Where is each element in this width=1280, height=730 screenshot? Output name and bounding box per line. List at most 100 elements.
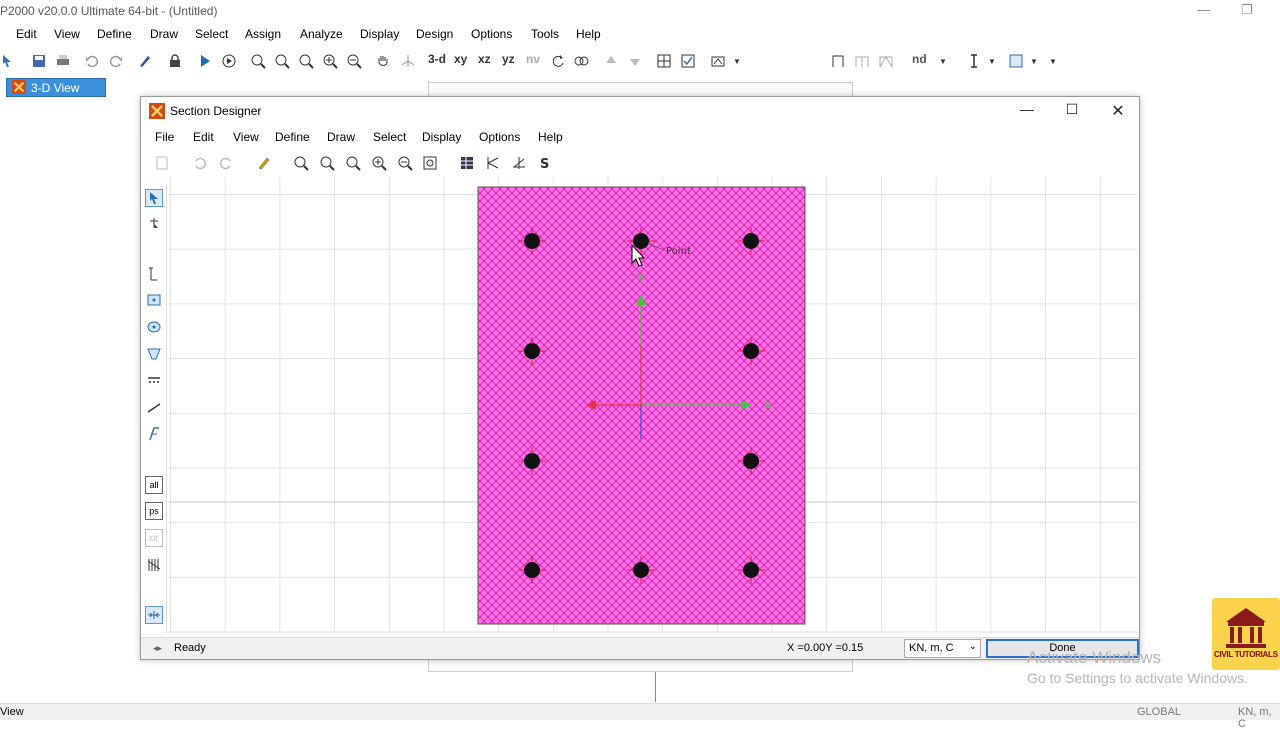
app-menu-define[interactable]: Define <box>97 27 132 41</box>
sd-menu-view[interactable]: View <box>233 130 259 144</box>
sd-menu-file[interactable]: File <box>155 130 174 144</box>
move-down-icon[interactable] <box>626 52 644 70</box>
sd-menu-draw[interactable]: Draw <box>327 130 355 144</box>
undo-icon[interactable] <box>83 52 101 70</box>
app-menu-select[interactable]: Select <box>195 27 228 41</box>
pointer-icon[interactable] <box>145 189 163 207</box>
view-xy-button[interactable]: xy <box>454 52 467 66</box>
close-button[interactable]: ✕ <box>1098 101 1138 121</box>
sd-menu-edit[interactable]: Edit <box>193 130 214 144</box>
lock-icon[interactable] <box>166 52 184 70</box>
draw-polygon-icon[interactable] <box>145 345 163 363</box>
chevron-down-icon[interactable]: ▼ <box>1044 52 1062 70</box>
draw-circle-icon[interactable] <box>145 318 163 336</box>
tab-3d-view[interactable]: 3-D View <box>6 78 106 97</box>
pointer-icon[interactable] <box>0 52 18 70</box>
app-menu-design[interactable]: Design <box>416 27 453 41</box>
app-menu-edit[interactable]: Edit <box>16 27 37 41</box>
app-units-select[interactable]: KN, m, C <box>1238 706 1280 730</box>
grid-select-icon[interactable] <box>655 52 673 70</box>
app-restore-button[interactable]: ❐ <box>1241 2 1253 18</box>
draw-rectangle-icon[interactable] <box>145 291 163 309</box>
set-view-icon[interactable] <box>399 52 417 70</box>
draw-rebar-line-icon[interactable] <box>145 371 163 389</box>
view-yz-button[interactable]: yz <box>502 52 515 66</box>
table-icon[interactable] <box>458 154 476 172</box>
section-designer-titlebar: Section Designer — ☐ ✕ <box>141 97 1139 125</box>
new-icon[interactable] <box>153 154 171 172</box>
display-options-icon[interactable] <box>709 52 727 70</box>
move-up-icon[interactable] <box>602 52 620 70</box>
sd-menu-display[interactable]: Display <box>422 130 461 144</box>
view-xz-button[interactable]: xz <box>478 52 491 66</box>
draw-caliper-icon[interactable] <box>145 265 163 283</box>
app-menu-view[interactable]: View <box>54 27 80 41</box>
snap-tooltip: Point <box>666 246 691 257</box>
zoom-window-icon[interactable] <box>249 52 267 70</box>
window-layout-icon[interactable] <box>1007 52 1025 70</box>
run-icon[interactable] <box>196 52 214 70</box>
chevron-down-icon[interactable]: ▼ <box>728 52 746 70</box>
select-all-button[interactable]: all <box>145 476 163 494</box>
zoom-previous-icon[interactable] <box>297 52 315 70</box>
units-select[interactable]: KN, m, C ⌄ <box>904 639 981 658</box>
print-icon[interactable] <box>54 52 72 70</box>
reshape-icon[interactable] <box>145 215 163 233</box>
draw-truss-icon[interactable] <box>853 52 871 70</box>
sd-menu-select[interactable]: Select <box>373 130 406 144</box>
previous-select-button[interactable]: ps <box>145 502 163 520</box>
app-minimize-button[interactable]: — <box>1197 2 1210 17</box>
snap-icon[interactable] <box>145 606 163 624</box>
text-cursor-icon[interactable] <box>965 52 983 70</box>
sd-menu-help[interactable]: Help <box>538 130 563 144</box>
maximize-button[interactable]: ☐ <box>1052 101 1092 121</box>
rotate-icon[interactable] <box>549 52 567 70</box>
chevron-down-icon[interactable]: ▼ <box>983 52 1001 70</box>
zoom-window-icon[interactable] <box>292 154 310 172</box>
stress-icon[interactable]: S <box>536 154 554 172</box>
zoom-previous-icon[interactable] <box>344 154 362 172</box>
pencil-icon[interactable] <box>255 154 273 172</box>
zoom-out-icon[interactable] <box>345 52 363 70</box>
check-icon[interactable] <box>679 52 697 70</box>
perspective-icon[interactable] <box>572 52 590 70</box>
minimize-button[interactable]: — <box>1007 101 1047 121</box>
draw-frame-icon[interactable] <box>829 52 847 70</box>
draw-bracing-icon[interactable] <box>877 52 895 70</box>
draw-reference-icon[interactable] <box>145 425 163 443</box>
sd-menu-options[interactable]: Options <box>479 130 520 144</box>
clear-select-button[interactable]: clr <box>145 529 163 547</box>
chevron-down-icon[interactable]: ▼ <box>1025 52 1043 70</box>
app-menu-assign[interactable]: Assign <box>245 27 281 41</box>
redo-icon[interactable] <box>217 154 235 172</box>
pan-icon[interactable] <box>374 52 392 70</box>
save-icon[interactable] <box>30 52 48 70</box>
draw-nd-button[interactable]: nd <box>912 52 927 66</box>
app-menu-help[interactable]: Help <box>576 27 601 41</box>
chevron-down-icon[interactable]: ▼ <box>934 52 952 70</box>
draw-line-icon[interactable] <box>145 399 163 417</box>
interaction-surface-icon[interactable] <box>484 154 502 172</box>
intersecting-line-select-icon[interactable] <box>145 556 163 574</box>
zoom-extents-icon[interactable] <box>273 52 291 70</box>
run-analysis-icon[interactable] <box>220 52 238 70</box>
app-menu-draw[interactable]: Draw <box>150 27 178 41</box>
zoom-out-icon[interactable] <box>396 154 414 172</box>
view-nv-button[interactable]: nv <box>526 52 540 66</box>
app-menu-analyze[interactable]: Analyze <box>300 27 343 41</box>
view-3d-button[interactable]: 3-d <box>428 52 446 66</box>
sd-menu-define[interactable]: Define <box>275 130 310 144</box>
zoom-in-icon[interactable] <box>370 154 388 172</box>
refresh-view-icon[interactable] <box>421 154 439 172</box>
app-menu-options[interactable]: Options <box>471 27 512 41</box>
app-menu-display[interactable]: Display <box>360 27 399 41</box>
undo-icon[interactable] <box>191 154 209 172</box>
coord-system-select[interactable]: GLOBAL <box>1137 706 1181 718</box>
moment-curvature-icon[interactable] <box>510 154 528 172</box>
section-canvas[interactable]: X Y Point <box>168 177 1138 633</box>
zoom-in-icon[interactable] <box>321 52 339 70</box>
zoom-extents-icon[interactable] <box>318 154 336 172</box>
app-menu-tools[interactable]: Tools <box>531 27 559 41</box>
pencil-icon[interactable] <box>136 52 154 70</box>
redo-icon[interactable] <box>107 52 125 70</box>
